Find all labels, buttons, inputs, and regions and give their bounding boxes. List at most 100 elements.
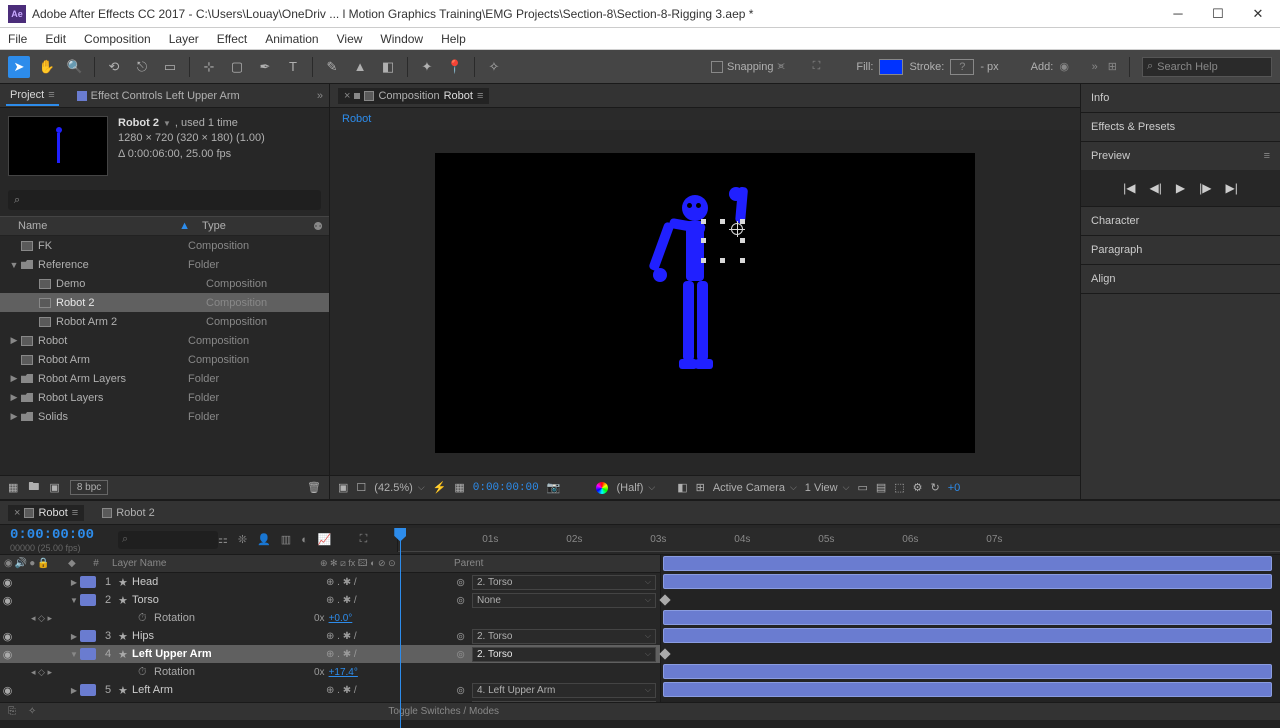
parent-dropdown[interactable]: 2. Torso⌵ — [472, 647, 656, 662]
rotate-tool[interactable]: ⎋ — [131, 56, 153, 78]
layer-switches[interactable]: ⊕ . ✱ / — [322, 649, 454, 660]
project-item[interactable]: Robot Arm 2 Composition — [0, 312, 329, 331]
last-frame-button[interactable]: ▶| — [1225, 181, 1237, 195]
comp-flowchart-link[interactable]: Robot — [342, 113, 371, 125]
project-item[interactable]: Robot Arm Composition — [0, 350, 329, 369]
panel-menu-icon[interactable]: ≡ — [72, 507, 78, 519]
first-frame-button[interactable]: |◀ — [1123, 181, 1135, 195]
layer-name[interactable]: Hips — [130, 630, 322, 642]
menu-composition[interactable]: Composition — [84, 32, 151, 46]
twisty-icon[interactable]: ▼ — [68, 650, 80, 659]
selection-handles[interactable] — [701, 219, 745, 263]
eraser-tool[interactable]: ◧ — [377, 56, 399, 78]
keyframe-navigator[interactable]: ◂ ◇ ▸ — [15, 667, 68, 678]
pickwhip-icon[interactable]: ⊚ — [456, 648, 468, 661]
new-comp-icon[interactable]: ▣ — [49, 481, 59, 494]
pickwhip-icon[interactable]: ⊚ — [456, 594, 468, 607]
layer-duration-bar[interactable] — [663, 682, 1272, 697]
twisty-icon[interactable]: ▼ — [8, 260, 20, 270]
shy-icon[interactable]: 👤 — [257, 533, 271, 546]
panel-menu-icon[interactable]: ≡ — [1264, 150, 1270, 162]
renderer-icon[interactable]: ⚙ — [913, 481, 923, 494]
twisty-icon[interactable]: ▶ — [8, 392, 20, 403]
stroke-color-swatch[interactable]: ? — [950, 59, 974, 75]
layer-name[interactable]: Left Upper Arm — [130, 648, 322, 660]
project-item[interactable]: Robot 2 Composition — [0, 293, 329, 312]
visibility-toggle[interactable]: ◉ — [0, 576, 15, 589]
grid-guides-icon[interactable]: ⊞ — [696, 481, 705, 494]
workspace-icon[interactable]: ⊞ — [1108, 60, 1117, 73]
tab-project[interactable]: Project ≡ — [6, 86, 59, 106]
toggle-switches-modes-button[interactable]: Toggle Switches / Modes — [388, 706, 499, 717]
parent-dropdown[interactable]: None⌵ — [472, 593, 656, 608]
property-value[interactable]: 0x+0.0° — [310, 613, 442, 624]
layer-duration-bar[interactable] — [663, 664, 1272, 679]
timeline-layer-row[interactable]: ◉ ▶ 3 ★ Hips ⊕ . ✱ / ⊚ 2. Torso⌵ — [0, 627, 660, 645]
add-shape-button[interactable]: ◉ — [1059, 60, 1069, 73]
property-value[interactable]: 0x+17.4° — [310, 667, 442, 678]
layer-duration-bar[interactable] — [663, 556, 1272, 571]
menu-edit[interactable]: Edit — [45, 32, 66, 46]
local-axis-tool[interactable]: ✧ — [483, 56, 505, 78]
layer-switches[interactable]: ⊕ . ✱ / — [322, 685, 454, 696]
snapping-expand-icon[interactable]: ⪤ — [778, 60, 785, 73]
region-of-interest-icon[interactable]: ◧ — [677, 481, 687, 494]
orbit-tool[interactable]: ⟲ — [103, 56, 125, 78]
panel-menu-icon[interactable]: ≡ — [48, 89, 54, 101]
twisty-icon[interactable]: ▶ — [8, 373, 20, 384]
snap-mode-icon[interactable]: ⛶ — [813, 60, 821, 73]
maximize-button[interactable]: ☐ — [1204, 4, 1232, 24]
stamp-tool[interactable]: ▲ — [349, 56, 371, 78]
timeline-layer-row[interactable]: ◉ ▶ 5 ★ Left Arm ⊕ . ✱ / ⊚ 4. Left Upper… — [0, 681, 660, 699]
tab-effect-controls[interactable]: Effect Controls Left Upper Arm — [73, 87, 244, 105]
3d-view-icon[interactable]: ⬚ — [894, 481, 904, 494]
composition-viewer[interactable] — [330, 130, 1080, 475]
visibility-toggle[interactable]: ◉ — [0, 648, 15, 661]
project-item[interactable]: ▼ Reference Folder — [0, 255, 329, 274]
menu-animation[interactable]: Animation — [265, 32, 318, 46]
magnification-icon[interactable]: ▣ — [338, 481, 348, 494]
minimize-button[interactable]: ─ — [1164, 4, 1192, 24]
shape-tool[interactable]: ▢ — [226, 56, 248, 78]
parent-dropdown[interactable]: 4. Left Upper Arm⌵ — [472, 683, 656, 698]
fill-color-swatch[interactable] — [879, 59, 903, 75]
project-item[interactable]: ▶ Solids Folder — [0, 407, 329, 426]
reset-exposure-icon[interactable]: ↻ — [931, 481, 940, 494]
stopwatch-icon[interactable]: ⏱ — [138, 666, 150, 679]
layer-name[interactable]: Left Arm — [130, 684, 322, 696]
expand-pane-icon[interactable]: ⎘ — [8, 706, 16, 717]
selection-tool[interactable]: ➤ — [8, 56, 30, 78]
current-time[interactable]: 0:00:00:00 — [473, 482, 539, 494]
twisty-icon[interactable]: ▶ — [8, 411, 20, 422]
pen-tool[interactable]: ✒ — [254, 56, 276, 78]
panel-character[interactable]: Character — [1081, 207, 1280, 235]
timeline-layer-row[interactable]: ◉ ▼ 4 ★ Left Upper Arm ⊕ . ✱ / ⊚ 2. Tors… — [0, 645, 660, 663]
toggle-pane-icon[interactable]: ✧ — [28, 706, 36, 717]
close-tab-icon[interactable]: × — [344, 90, 350, 102]
layer-switches[interactable]: ⊕ . ✱ / — [322, 577, 454, 588]
motion-blur-icon[interactable]: ◐ — [301, 534, 308, 546]
comp-mini-flowchart-icon[interactable]: ⚏ — [218, 533, 228, 546]
always-preview-icon[interactable]: ☐ — [356, 481, 366, 494]
project-item[interactable]: ▶ Robot Composition — [0, 331, 329, 350]
project-item[interactable]: ▶ Robot Layers Folder — [0, 388, 329, 407]
menu-help[interactable]: Help — [441, 32, 466, 46]
label-color[interactable] — [80, 630, 96, 642]
menu-effect[interactable]: Effect — [217, 32, 247, 46]
project-search-input[interactable]: ⌕ — [8, 190, 321, 210]
parent-dropdown[interactable]: 2. Torso⌵ — [472, 629, 656, 644]
views-dropdown[interactable]: 1 View — [805, 482, 850, 494]
play-button[interactable]: ▶ — [1176, 181, 1185, 195]
layer-switches[interactable]: ⊕ . ✱ / — [322, 631, 454, 642]
menu-layer[interactable]: Layer — [169, 32, 199, 46]
pickwhip-icon[interactable]: ⊚ — [456, 576, 468, 589]
frame-blend-icon[interactable]: ▥ — [281, 533, 291, 546]
column-type-header[interactable]: Type — [196, 220, 313, 232]
graph-editor-icon[interactable]: 📈 — [318, 533, 332, 546]
camera-dropdown[interactable]: Active Camera — [713, 482, 797, 494]
puppet-tool[interactable]: 📍 — [444, 56, 466, 78]
zoom-dropdown[interactable]: (42.5%) — [374, 482, 424, 494]
layer-name[interactable]: Head — [130, 576, 322, 588]
timeline-timecode[interactable]: 0:00:00:00 00000 (25.00 fps) — [0, 527, 110, 553]
delete-icon[interactable]: 🗑 — [307, 481, 321, 494]
